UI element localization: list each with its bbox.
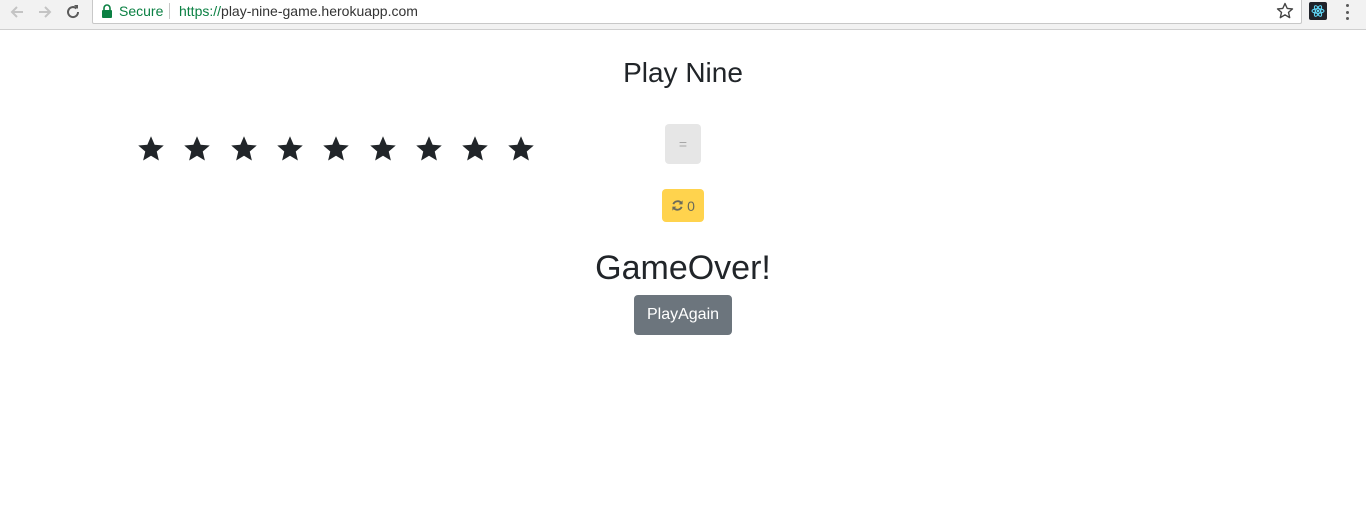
reload-icon — [67, 5, 80, 19]
arrow-left-icon — [10, 6, 23, 18]
star-icon — [323, 136, 349, 161]
refresh-icon — [672, 200, 683, 211]
page-title: Play Nine — [623, 57, 743, 88]
star-icon — [277, 136, 303, 161]
redraw-button[interactable]: 0 — [662, 189, 704, 222]
more-vert-icon[interactable] — [1340, 3, 1354, 21]
equals-button[interactable]: = — [665, 124, 701, 164]
address-bar[interactable]: Secure https://play-nine-game.herokuapp.… — [92, 0, 1302, 24]
back-button[interactable] — [6, 2, 28, 22]
star-icon — [462, 136, 488, 161]
stars-frame — [136, 134, 556, 166]
star-icon — [508, 136, 535, 161]
arrow-right-icon — [39, 6, 52, 18]
omnibox-divider — [169, 3, 170, 19]
star-outline-icon[interactable] — [1275, 1, 1295, 21]
url-scheme: https:// — [179, 3, 222, 19]
game-over-status: GameOver! — [595, 249, 771, 287]
react-logo-icon — [1311, 5, 1325, 17]
star-icon — [138, 136, 164, 161]
star-icon — [416, 136, 442, 161]
reload-button[interactable] — [62, 2, 84, 22]
star-icon — [184, 136, 211, 161]
secure-label: Secure — [119, 3, 164, 19]
forward-button[interactable] — [34, 2, 56, 22]
react-devtools-icon[interactable] — [1309, 2, 1327, 20]
url-text[interactable]: https://play-nine-game.herokuapp.com — [179, 0, 418, 22]
browser-toolbar: Secure https://play-nine-game.herokuapp.… — [0, 0, 1366, 30]
star-icon — [369, 136, 396, 161]
play-again-button[interactable]: PlayAgain — [634, 295, 732, 335]
star-icon — [230, 136, 257, 161]
lock-icon — [102, 4, 112, 18]
redraw-count: 0 — [687, 197, 695, 214]
url-host: play-nine-game.herokuapp.com — [221, 3, 418, 19]
